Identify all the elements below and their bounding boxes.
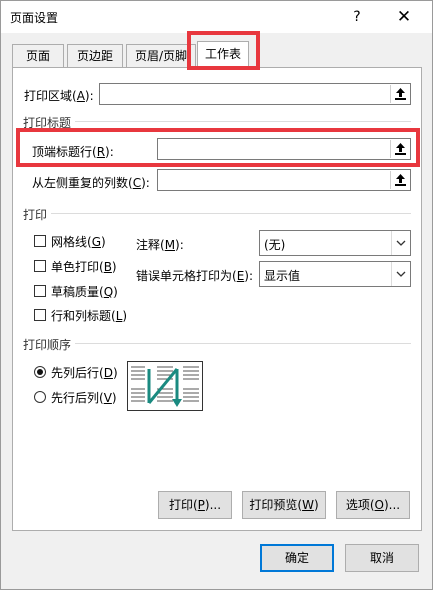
- gridlines-label[interactable]: 网格线(G): [51, 233, 106, 250]
- gridlines-checkbox[interactable]: [34, 235, 46, 247]
- left-columns-input[interactable]: [157, 169, 411, 191]
- comments-label: 注释(M):: [136, 238, 184, 252]
- print-section: 打印: [23, 208, 48, 222]
- page-setup-dialog: 页面设置 ? ✕ 页面 页边距 页眉/页脚 工作表 打印区域(A): 打印标题 …: [0, 0, 433, 590]
- chevron-down-icon: [396, 240, 406, 246]
- down-then-over-radio[interactable]: [34, 366, 46, 378]
- draft-quality-checkbox[interactable]: [34, 285, 46, 297]
- collapse-dialog-button[interactable]: [390, 85, 409, 103]
- chevron-down-icon: [396, 271, 406, 277]
- separator: [51, 213, 411, 214]
- over-then-down-label[interactable]: 先行后列(V): [51, 389, 117, 406]
- separator: [75, 343, 411, 344]
- tab-page[interactable]: 页面: [12, 44, 64, 67]
- options-button[interactable]: 选项(O)...: [336, 491, 410, 519]
- close-button[interactable]: ✕: [393, 7, 415, 27]
- cell-errors-select[interactable]: 显示值: [259, 261, 411, 287]
- comments-select[interactable]: (无): [259, 230, 411, 256]
- help-button[interactable]: ?: [347, 7, 367, 27]
- black-and-white-checkbox[interactable]: [34, 260, 46, 272]
- row-column-headings-label[interactable]: 行和列标题(L): [51, 307, 127, 324]
- tab-margins[interactable]: 页边距: [67, 44, 123, 67]
- row-column-headings-checkbox[interactable]: [34, 309, 46, 321]
- print-area-input[interactable]: [99, 83, 411, 105]
- top-rows-highlight: [16, 128, 420, 167]
- black-and-white-label[interactable]: 单色打印(B): [51, 258, 117, 275]
- ok-button[interactable]: 确定: [260, 544, 334, 572]
- dropdown-button[interactable]: [391, 262, 410, 286]
- radio-selected-dot: [37, 369, 43, 375]
- comments-value: (无): [264, 238, 286, 252]
- tab-header-footer[interactable]: 页眉/页脚: [126, 44, 196, 67]
- dropdown-button[interactable]: [391, 231, 410, 255]
- separator: [75, 121, 411, 122]
- title-bar: 页面设置 ? ✕: [1, 1, 432, 33]
- print-preview-button[interactable]: 打印预览(W): [242, 491, 326, 519]
- cancel-button[interactable]: 取消: [345, 544, 419, 572]
- left-columns-label: 从左侧重复的列数(C):: [32, 176, 150, 190]
- page-order-preview-icon: [127, 361, 203, 411]
- collapse-dialog-button[interactable]: [390, 171, 409, 189]
- dialog-title: 页面设置: [10, 11, 59, 25]
- page-order-section: 打印顺序: [23, 338, 72, 352]
- collapse-arrow-icon: [395, 88, 406, 100]
- draft-quality-label[interactable]: 草稿质量(Q): [51, 283, 118, 300]
- cell-errors-value: 显示值: [264, 269, 301, 283]
- cell-errors-label: 错误单元格打印为(E):: [136, 269, 254, 283]
- collapse-arrow-icon: [395, 174, 406, 186]
- down-then-over-label[interactable]: 先列后行(D): [51, 364, 118, 381]
- print-area-label: 打印区域(A):: [24, 89, 94, 103]
- over-then-down-radio[interactable]: [34, 391, 46, 403]
- active-tab-highlight: [187, 31, 260, 70]
- print-button[interactable]: 打印(P)...: [158, 491, 232, 519]
